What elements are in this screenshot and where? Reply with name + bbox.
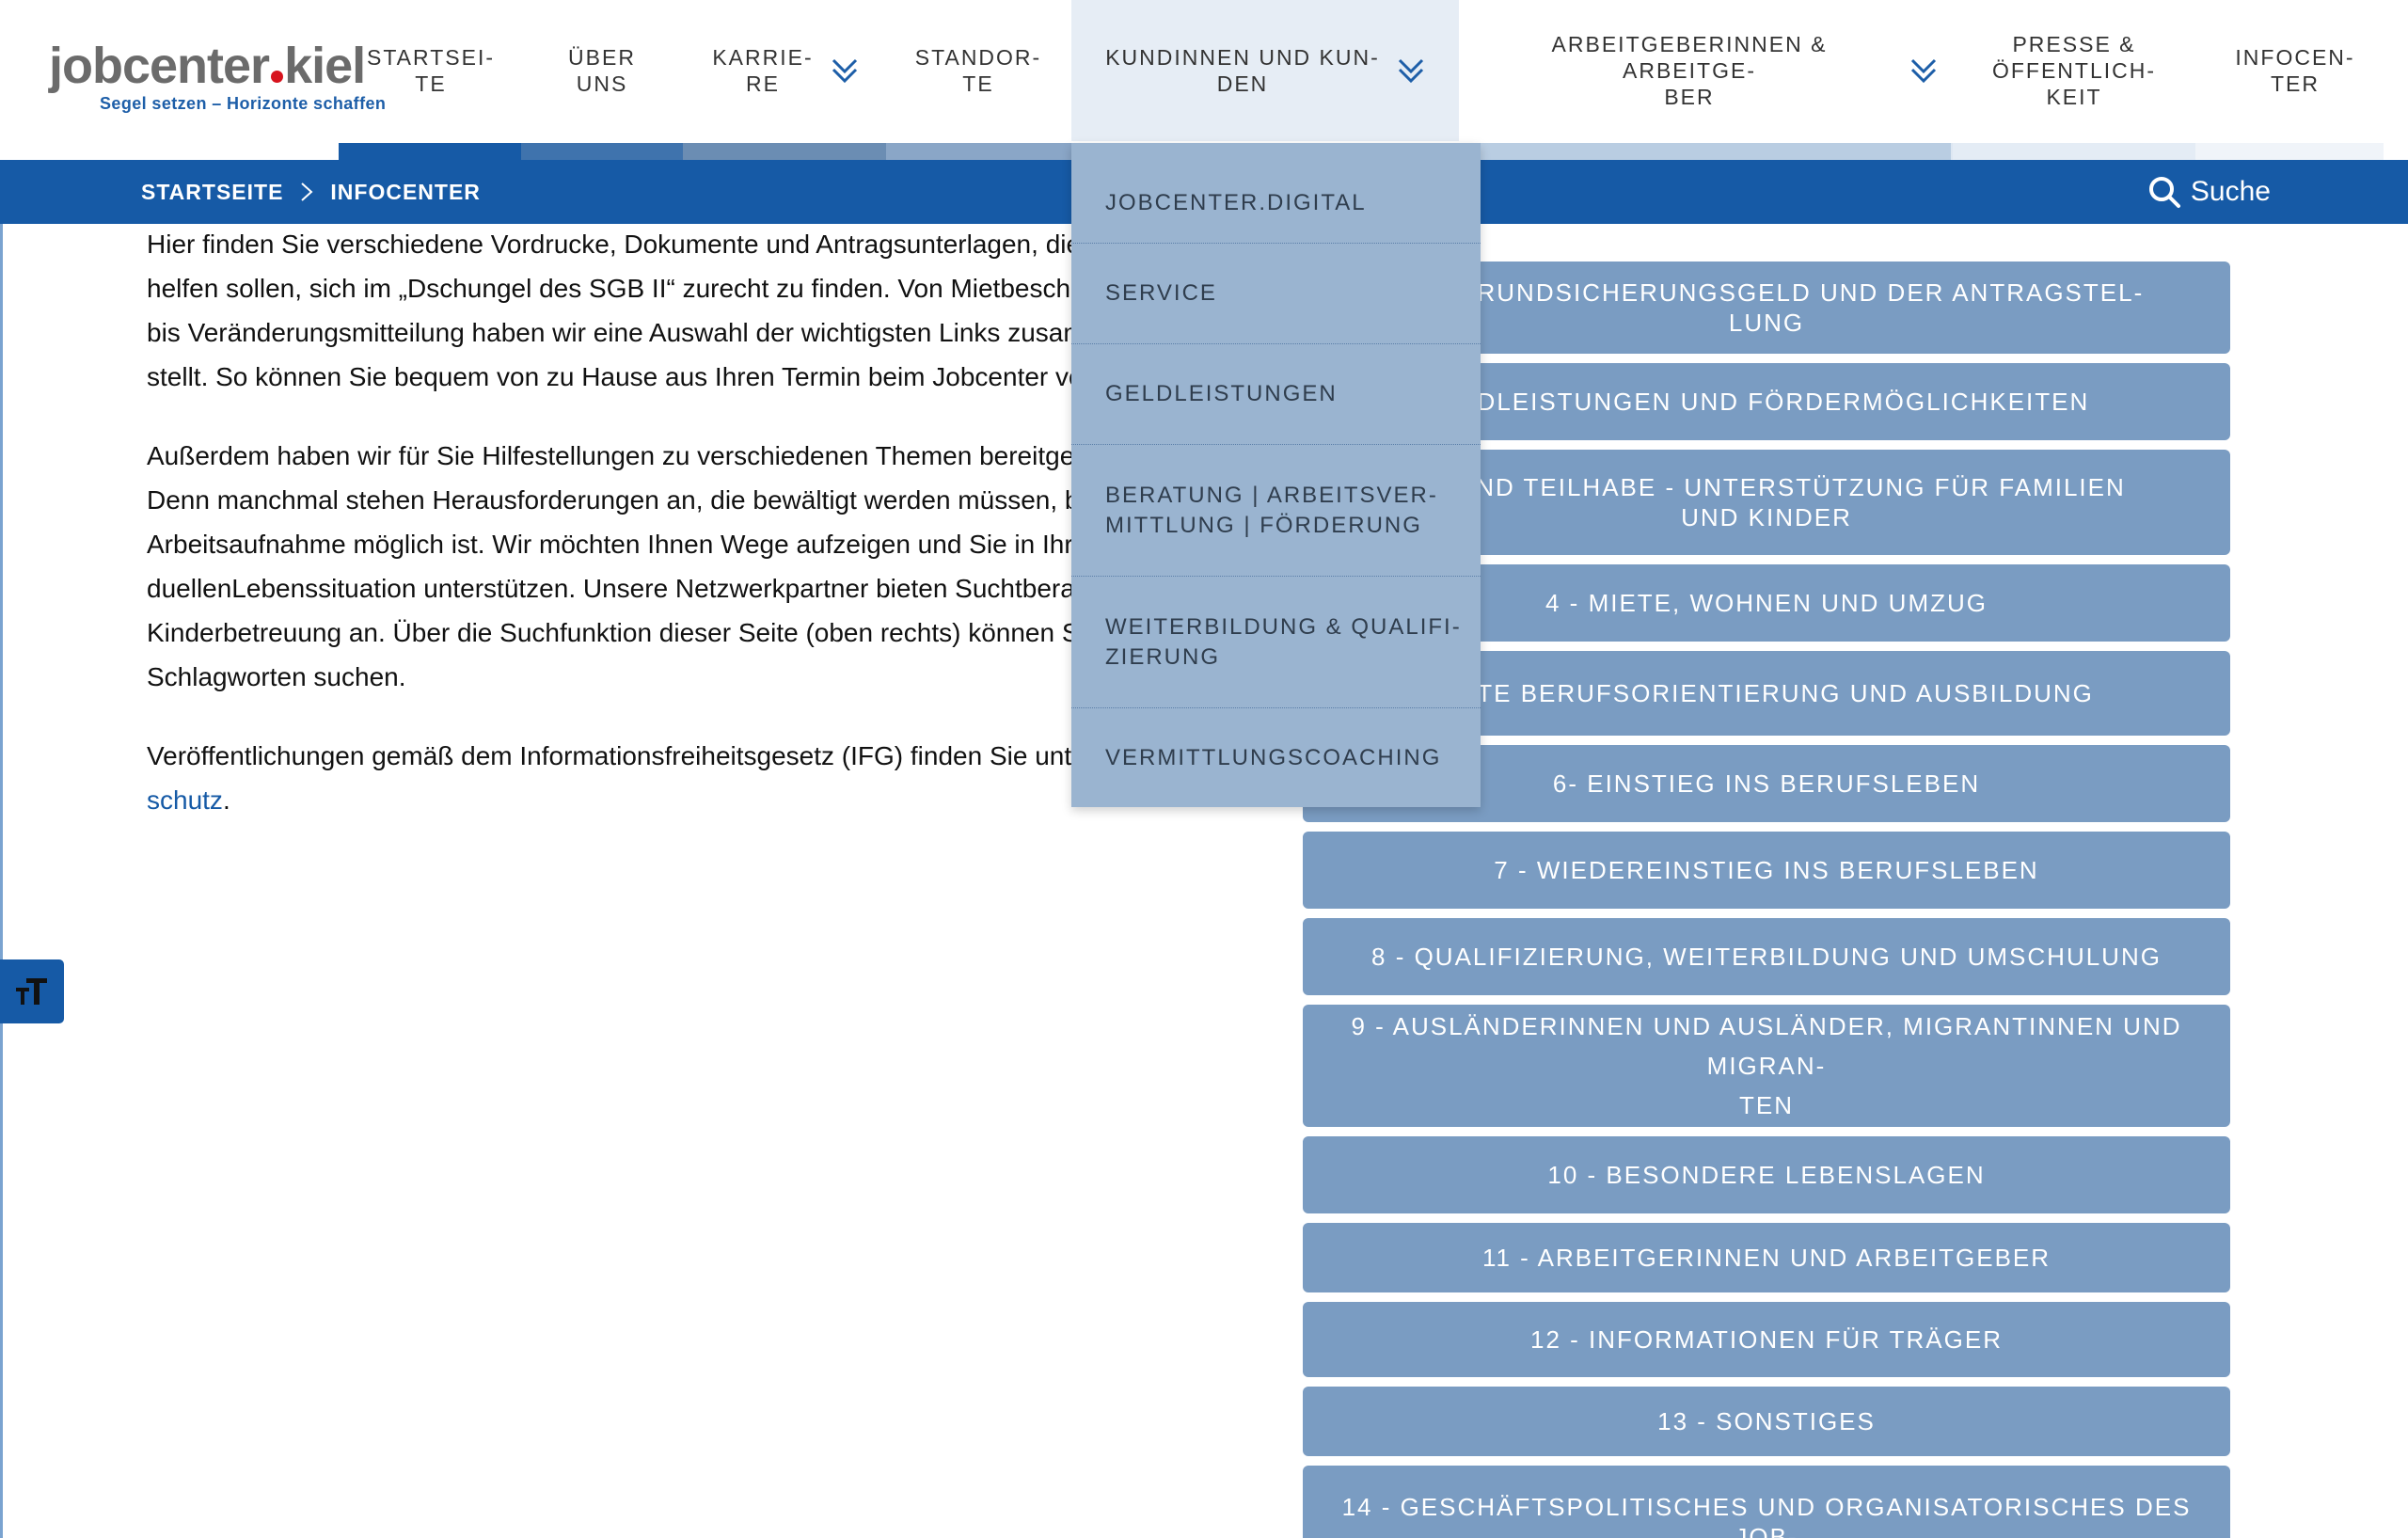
dropdown-item-service[interactable]: SERVICE [1071, 244, 1481, 344]
category-button-14[interactable]: 14 - GESCHÄFTSPOLITISCHES UND ORGANISATO… [1303, 1466, 2230, 1538]
nav-strip-startseite [339, 143, 521, 160]
text-size-button[interactable] [0, 959, 64, 1023]
logo-word-kiel: kiel [284, 38, 366, 94]
nav-strip-infocenter [2195, 143, 2384, 160]
nav-presse[interactable]: PRESSE & ÖFFENTLICH- KEIT [1975, 0, 2173, 141]
nav-infocenter-label: INFOCEN- TER [2235, 45, 2355, 96]
dropdown-item-weiterbildung[interactable]: WEITERBILDUNG & QUALIFI- ZIERUNG [1071, 577, 1481, 708]
kunden-dropdown-menu: JOBCENTER.DIGITAL SERVICE GELDLEISTUNGEN… [1071, 143, 1481, 807]
dropdown-item-geldleistungen[interactable]: GELDLEISTUNGEN [1071, 344, 1481, 445]
left-accent-line [0, 224, 3, 1538]
nav-ueber-uns-label: ÜBER UNS [568, 45, 636, 96]
logo-tagline: Segel setzen – Horizonte schaffen [100, 94, 387, 113]
nav-karriere[interactable]: KARRIE- RE [696, 0, 875, 141]
breadcrumb-startseite[interactable]: STARTSEITE [141, 180, 283, 205]
chevron-down-icon [1398, 58, 1423, 84]
nav-strip-karriere [683, 143, 886, 160]
nav-kunden-label: KUNDINNEN UND KUN- DEN [1105, 45, 1380, 96]
dropdown-item-jobcenter-digital[interactable]: JOBCENTER.DIGITAL [1071, 143, 1481, 244]
site-header: jobcenter kiel Segel setzen – Horizonte s… [0, 0, 2408, 160]
nav-strip-standorte [886, 143, 1071, 160]
search-icon [2148, 177, 2180, 208]
nav-standorte-label: STANDOR- TE [914, 45, 1042, 96]
chevron-right-icon [301, 182, 313, 201]
dropdown-item-vermittlungscoaching[interactable]: VERMITTLUNGSCOACHING [1071, 708, 1481, 807]
search-button[interactable]: Suche [2147, 160, 2271, 224]
nav-karriere-label: KARRIE- RE [712, 45, 814, 96]
nav-kundinnen-und-kunden[interactable]: KUNDINNEN UND KUN- DEN [1071, 0, 1459, 141]
nav-arbeitgeber[interactable]: ARBEITGEBERINNEN & ARBEITGE- BER [1486, 0, 1938, 141]
category-button-12[interactable]: 12 - INFORMATIONEN FÜR TRÄGER [1303, 1302, 2230, 1377]
category-button-13[interactable]: 13 - SONSTIGES [1303, 1387, 2230, 1456]
category-button-10[interactable]: 10 - BESONDERE LEBENSLAGEN [1303, 1136, 2230, 1213]
category-button-8[interactable]: 8 - QUALIFIZIERUNG, WEITERBILDUNG UND UM… [1303, 918, 2230, 995]
nav-startseite-label: STARTSEI- TE [367, 45, 495, 96]
breadcrumb: STARTSEITE INFOCENTER [141, 160, 481, 224]
text-period: . [222, 785, 230, 815]
nav-ueber-uns[interactable]: ÜBER UNS [527, 0, 677, 141]
logo-word-jobcenter: jobcenter [49, 38, 270, 94]
category-button-9[interactable]: 9 - AUSLÄNDERINNEN UND AUSLÄNDER, MIGRAN… [1303, 1005, 2230, 1127]
breadcrumb-infocenter: INFOCENTER [330, 179, 481, 204]
datenschutz-link[interactable]: schutz [147, 785, 223, 815]
nav-presse-label: PRESSE & ÖFFENTLICH- KEIT [1991, 32, 2157, 109]
nav-strip-presse-light [1953, 143, 2195, 160]
nav-infocenter[interactable]: INFOCEN- TER [2201, 0, 2389, 141]
nav-standorte[interactable]: STANDOR- TE [894, 0, 1063, 141]
search-label: Suche [2190, 176, 2271, 207]
category-button-7[interactable]: 7 - WIEDEREINSTIEG INS BERUFSLEBEN [1303, 832, 2230, 909]
nav-startseite[interactable]: STARTSEI- TE [357, 0, 504, 141]
category-button-11[interactable]: 11 - ARBEITGERINNEN UND ARBEITGEBER [1303, 1223, 2230, 1292]
text-size-icon [16, 978, 47, 1005]
nav-strip-ueber-uns [521, 143, 683, 160]
chevron-down-icon [1910, 58, 1937, 84]
nav-arbeitgeber-label: ARBEITGEBERINNEN & ARBEITGE- BER [1551, 32, 1828, 109]
logo-red-dot [271, 71, 284, 83]
logo-wordmark: jobcenter kiel [49, 38, 366, 94]
jobcenter-kiel-logo[interactable]: jobcenter kiel Segel setzen – Horizonte s… [49, 38, 387, 113]
nav-strip-arbeitgeber [1481, 143, 1951, 160]
dropdown-item-beratung[interactable]: BERATUNG | ARBEITSVER- MITTLUNG | FÖRDER… [1071, 445, 1481, 577]
chevron-down-icon [832, 58, 857, 84]
